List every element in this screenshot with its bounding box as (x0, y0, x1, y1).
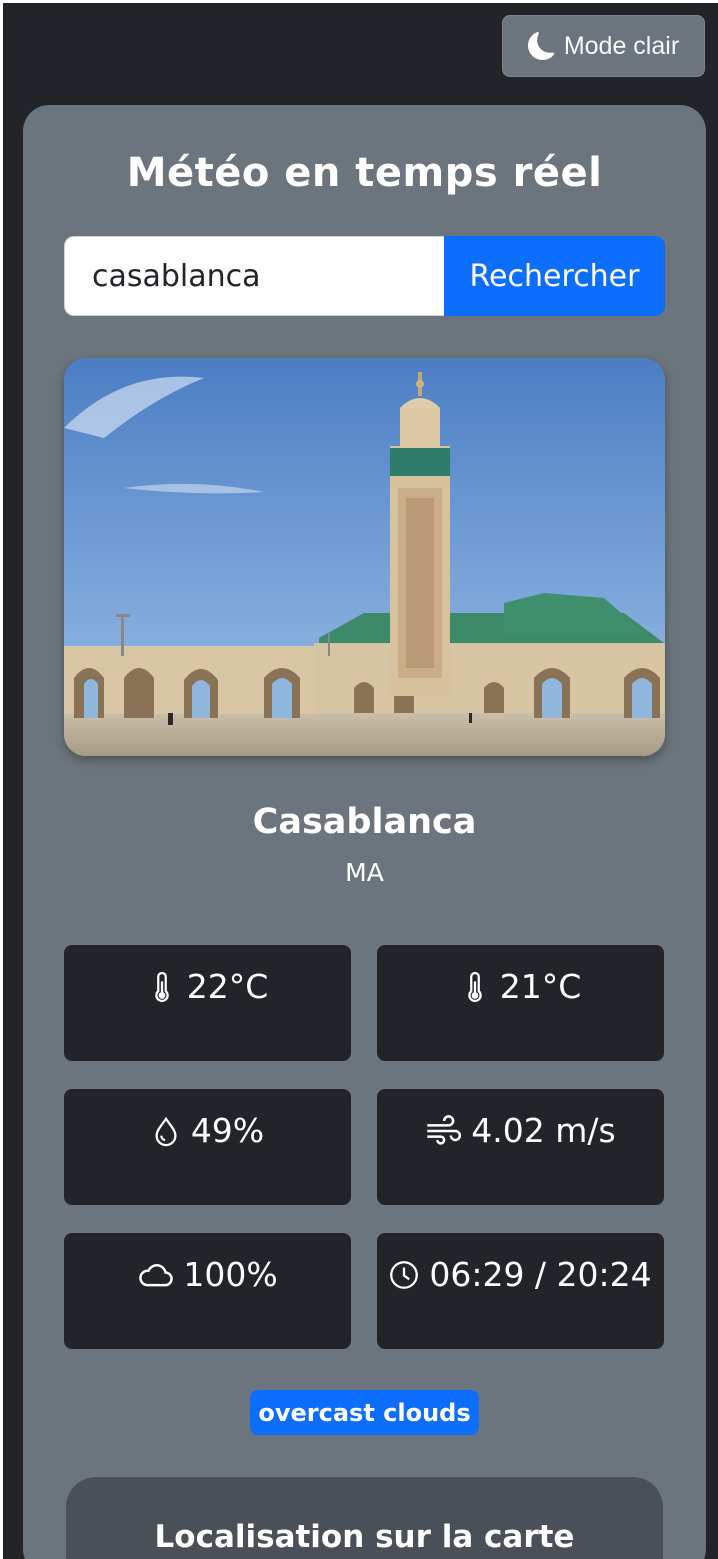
map-section-title: Localisation sur la carte (154, 1519, 575, 1555)
feels-like-value: 21°C (499, 967, 582, 1006)
weather-card: Météo en temps réel Rechercher (23, 105, 706, 1559)
city-name: Casablanca (252, 802, 477, 842)
wind-tile: 4.02 m/s (377, 1089, 664, 1205)
thermometer-icon (155, 971, 169, 1003)
sun-times-value: 06:29 / 20:24 (429, 1255, 652, 1294)
sun-times-tile: 06:29 / 20:24 (377, 1233, 664, 1349)
humidity-tile: 49% (64, 1089, 351, 1205)
clouds-value: 100% (183, 1255, 278, 1294)
thermometer-icon (468, 971, 482, 1003)
page-title: Météo en temps réel (126, 150, 603, 196)
clouds-tile: 100% (64, 1233, 351, 1349)
city-photo (64, 358, 665, 756)
temperature-value: 22°C (186, 967, 269, 1006)
map-section: Localisation sur la carte (66, 1477, 663, 1559)
top-border (0, 0, 718, 3)
cloud-icon (139, 1264, 174, 1287)
weather-description-badge: overcast clouds (250, 1390, 479, 1435)
feels-like-tile: 21°C (377, 945, 664, 1061)
search-button[interactable]: Rechercher (444, 236, 665, 316)
temperature-tile: 22°C (64, 945, 351, 1061)
moon-icon (527, 32, 555, 60)
wind-value: 4.02 m/s (471, 1111, 616, 1150)
humidity-value: 49% (190, 1111, 265, 1150)
city-search-input[interactable] (64, 236, 444, 316)
droplet-icon (155, 1116, 177, 1147)
wind-icon (427, 1115, 462, 1145)
theme-toggle-button[interactable]: Mode clair (502, 15, 705, 77)
country-code: MA (345, 858, 384, 887)
clock-icon (390, 1261, 419, 1289)
theme-toggle-label: Mode clair (563, 31, 680, 60)
left-border (0, 0, 3, 1559)
search-bar: Rechercher (64, 236, 665, 316)
page: Mode clair Météo en temps réel Recherche… (0, 0, 718, 1559)
